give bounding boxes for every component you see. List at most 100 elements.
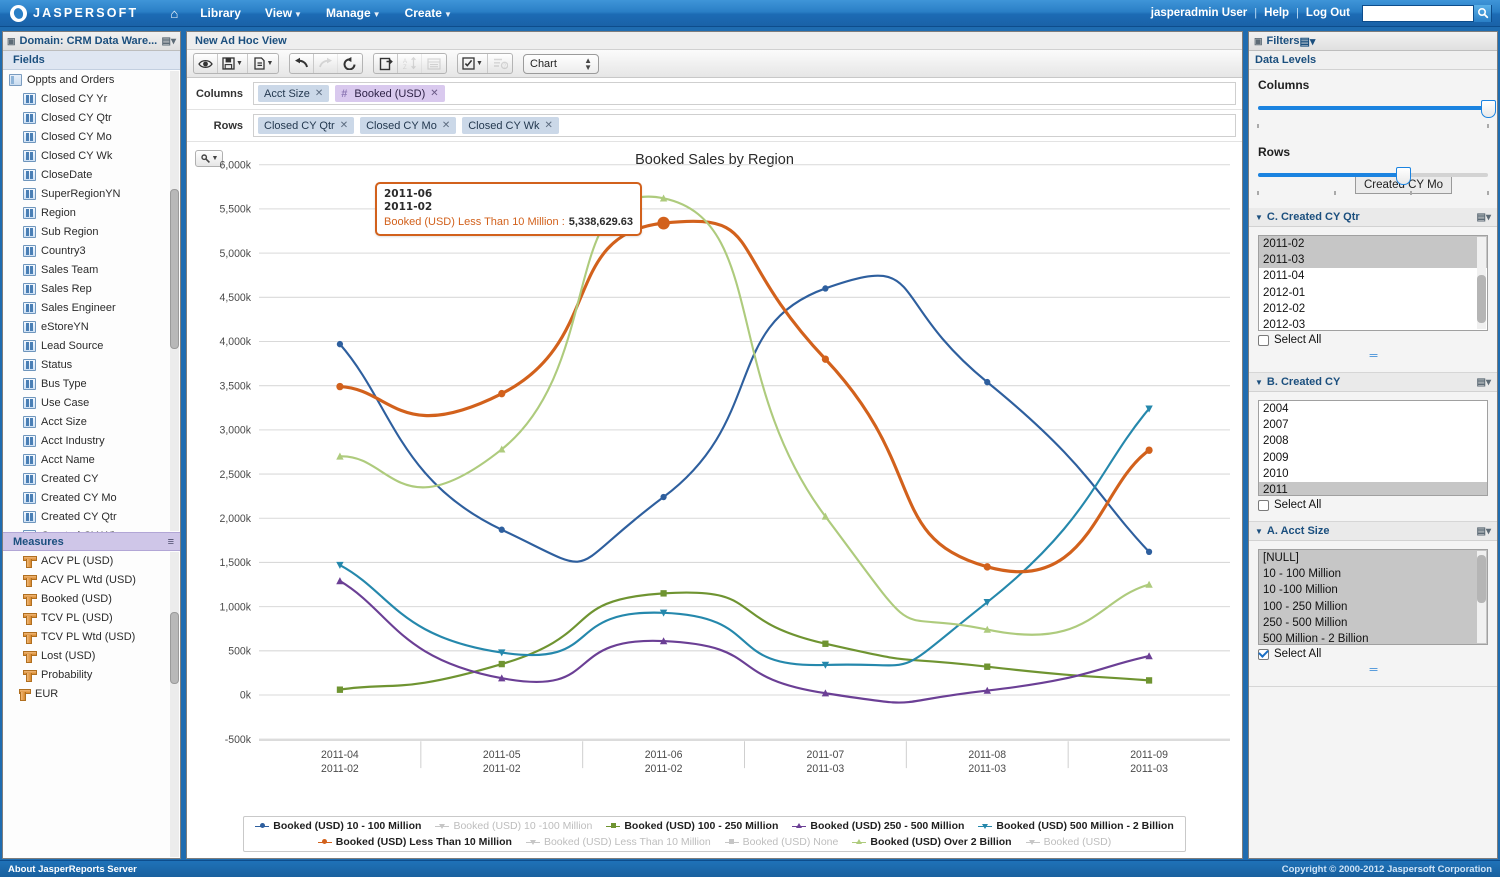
sort-button[interactable]: AZ (398, 54, 422, 73)
fields-list[interactable]: Oppts and Orders Closed CY Yr Closed CY Q… (3, 70, 180, 532)
measures-list[interactable]: ACV PL (USD) ACV PL Wtd (USD) Booked (USD)… (3, 551, 180, 858)
field-item[interactable]: Use Case (3, 393, 180, 412)
field-item[interactable]: Closed CY Qtr (3, 108, 180, 127)
field-item[interactable]: Sub Region (3, 222, 180, 241)
rows-dropzone[interactable]: Closed CY Qtr ✕ Closed CY Mo ✕ Closed CY Wk ✕ (253, 114, 1236, 137)
jaspersoft-logo[interactable]: JASPERSOFT (10, 4, 138, 22)
filter-option[interactable]: 10 -100 Million (1259, 582, 1487, 599)
save-button[interactable]: ▼ (218, 54, 248, 73)
measure-item[interactable]: TCV PL Wtd (USD) (3, 627, 180, 646)
rows-slider-handle[interactable] (1395, 167, 1411, 185)
about-link[interactable]: About JasperReports Server (8, 864, 137, 875)
field-item[interactable]: Region (3, 203, 180, 222)
filter-option[interactable]: 2009 (1259, 450, 1487, 466)
filter-option[interactable]: 2011-02 (1259, 236, 1487, 253)
disclosure-triangle-icon[interactable]: ▼ (1255, 527, 1263, 536)
columns-slider[interactable] (1258, 99, 1496, 121)
legend-item[interactable]: Booked (USD) 10 - 100 Million (255, 820, 421, 832)
field-item[interactable]: Created CY (3, 469, 180, 488)
filter-created-cy-qtr-listbox[interactable]: 2011-02 2011-03 2011-04 2012-01 2012-02 2012-… (1258, 235, 1488, 331)
filter-option[interactable]: 2010 (1259, 466, 1487, 482)
field-item[interactable]: Closed CY Wk (3, 146, 180, 165)
search-button[interactable] (1473, 4, 1491, 22)
scrollbar-thumb[interactable] (1477, 555, 1486, 603)
row-chip[interactable]: Closed CY Wk ✕ (462, 117, 559, 134)
remove-chip-icon[interactable]: ✕ (545, 120, 553, 131)
measure-item[interactable]: TCV PL (USD) (3, 608, 180, 627)
chart-type-select[interactable]: Chart ▲ ▼ (523, 53, 599, 74)
fields-scrollbar[interactable] (170, 71, 179, 531)
field-item[interactable]: Bus Type (3, 374, 180, 393)
remove-chip-icon[interactable]: ✕ (315, 88, 323, 99)
field-item[interactable]: eStoreYN (3, 317, 180, 336)
filter-menu-icon[interactable]: ▤▾ (1477, 212, 1491, 223)
filter-option[interactable]: 10 - 100 Million (1259, 566, 1487, 583)
filter-option[interactable]: 250 - 500 Million (1259, 614, 1487, 632)
row-chip[interactable]: Closed CY Mo ✕ (360, 117, 457, 134)
filter-menu-icon[interactable]: ▤▾ (1477, 526, 1491, 537)
field-item[interactable]: Status (3, 355, 180, 374)
legend-item[interactable]: Booked (USD) Over 2 Billion (852, 836, 1012, 848)
select-all-row[interactable]: Select All (1258, 499, 1488, 511)
filter-option[interactable]: 2012-03 (1259, 317, 1487, 330)
panel-menu-icon[interactable]: ▤▾ (1300, 35, 1316, 48)
field-item[interactable]: Acct Industry (3, 431, 180, 450)
switch-group-button[interactable] (374, 54, 398, 73)
collapse-panel-icon[interactable]: ▣ (1254, 36, 1263, 47)
revert-button[interactable] (338, 54, 362, 73)
select-all-row[interactable]: Select All (1258, 648, 1488, 660)
export-button[interactable]: ▼ (248, 54, 278, 73)
field-item[interactable]: Lead Source (3, 336, 180, 355)
filter-option[interactable]: [NULL] (1259, 550, 1487, 567)
measure-item[interactable]: Lost (USD) (3, 646, 180, 665)
legend-item[interactable]: Booked (USD) (1025, 836, 1111, 848)
legend-item[interactable]: Booked (USD) 250 - 500 Million (792, 820, 964, 832)
scrollbar-thumb[interactable] (170, 189, 179, 349)
nav-create[interactable]: Create ▼ (393, 3, 464, 23)
field-item[interactable]: Created CY Mo (3, 488, 180, 507)
scrollbar-thumb[interactable] (170, 612, 179, 684)
collapse-panel-icon[interactable]: ▣ (7, 36, 16, 47)
search-input[interactable] (1363, 6, 1473, 20)
listbox-scrollbar[interactable] (1477, 237, 1486, 329)
disclosure-triangle-icon[interactable]: ▼ (1255, 378, 1263, 387)
legend-item[interactable]: Booked (USD) Less Than 10 Million (525, 836, 711, 848)
filter-resize-handle[interactable]: ═ (1258, 664, 1488, 676)
undo-button[interactable] (290, 54, 314, 73)
field-group-oppts-and-orders[interactable]: Oppts and Orders (3, 70, 180, 89)
filter-option[interactable]: 2011-04 (1259, 268, 1487, 284)
filter-created-cy-qtr-header[interactable]: ▼ C. Created CY Qtr ▤▾ (1249, 208, 1497, 227)
filter-option[interactable]: 2011 (1259, 482, 1487, 495)
field-item[interactable]: CloseDate (3, 165, 180, 184)
measure-item[interactable]: Probability (3, 665, 180, 684)
legend-item[interactable]: Booked (USD) 100 - 250 Million (606, 820, 778, 832)
filter-option[interactable]: 2004 (1259, 401, 1487, 417)
field-item[interactable]: Created CY Qtr (3, 507, 180, 526)
legend-item[interactable]: Booked (USD) 10 -100 Million (435, 820, 592, 832)
measure-item[interactable]: EUR (3, 684, 180, 703)
select-all-row[interactable]: Select All (1258, 334, 1488, 346)
nav-view[interactable]: View ▼ (253, 3, 314, 23)
field-item[interactable]: Country3 (3, 241, 180, 260)
field-item[interactable]: Acct Name (3, 450, 180, 469)
measures-scrollbar[interactable] (170, 552, 179, 857)
column-chip[interactable]: # Booked (USD) ✕ (335, 85, 445, 102)
field-item[interactable]: SuperRegionYN (3, 184, 180, 203)
remove-chip-icon[interactable]: ✕ (430, 88, 438, 99)
nav-home-icon[interactable]: ⌂ (160, 4, 188, 23)
filter-acct-size-listbox[interactable]: [NULL] 10 - 100 Million 10 -100 Million 100… (1258, 549, 1488, 645)
legend-item[interactable]: Booked (USD) 500 Million - 2 Billion (978, 820, 1174, 832)
field-item[interactable]: Closed CY Mo (3, 127, 180, 146)
field-item[interactable]: Sales Rep (3, 279, 180, 298)
filter-option[interactable]: 500 Million - 2 Billion (1259, 631, 1487, 644)
disclosure-triangle-icon[interactable]: ▼ (1255, 213, 1263, 222)
remove-chip-icon[interactable]: ✕ (442, 120, 450, 131)
field-item[interactable]: Closed CY Yr (3, 89, 180, 108)
filter-acct-size-header[interactable]: ▼ A. Acct Size ▤▾ (1249, 522, 1497, 541)
rows-slider[interactable] (1258, 166, 1488, 188)
columns-dropzone[interactable]: Acct Size ✕ # Booked (USD) ✕ (253, 82, 1236, 105)
legend-item[interactable]: Booked (USD) Less Than 10 Million (317, 836, 512, 848)
column-chip[interactable]: Acct Size ✕ (258, 85, 330, 102)
measure-item[interactable]: Booked (USD) (3, 589, 180, 608)
measure-item[interactable]: ACV PL (USD) (3, 551, 180, 570)
